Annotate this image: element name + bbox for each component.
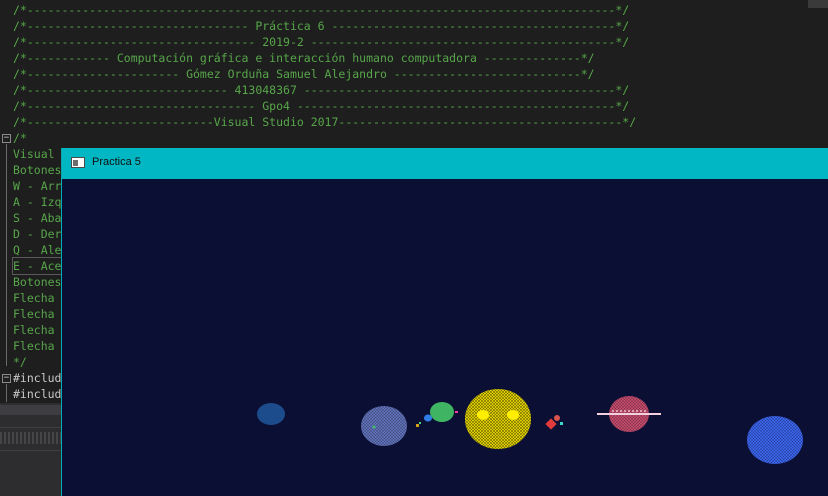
panel-tab-strip[interactable] <box>0 432 62 444</box>
green-planet <box>430 402 458 422</box>
comment-line: Flecha <box>13 339 55 353</box>
comment-line: /*---------------------------Visual Stud… <box>13 115 637 129</box>
comment-line: /*-------------------------------- Práct… <box>13 19 630 33</box>
comment-line: A - Izq <box>13 195 62 209</box>
fold-toggle-icon[interactable] <box>2 374 11 383</box>
comment-line: Botones <box>13 275 62 289</box>
comment-line: /*----------------------------- 41304836… <box>13 83 630 97</box>
comment-line: Botones <box>13 163 62 177</box>
panel-divider <box>0 427 62 428</box>
comment-line: Flecha <box>13 323 55 337</box>
comment-line: /*---------------------- Gómez Orduña Sa… <box>13 67 595 81</box>
comment-line: Flecha <box>13 291 55 305</box>
opengl-window[interactable]: Practica 5 <box>61 148 828 496</box>
fold-guide-line <box>6 144 7 366</box>
comment-line: /*--------------------------------- Gpo4… <box>13 99 630 113</box>
comment-line: D - Der <box>13 227 62 241</box>
fold-toggle-icon[interactable] <box>2 134 11 143</box>
horizontal-scrollbar[interactable] <box>0 405 62 415</box>
window-titlebar[interactable]: Practica 5 <box>61 148 828 179</box>
include-line: #includ <box>13 371 62 385</box>
blue-planet <box>747 416 803 464</box>
ringed-planet <box>597 396 661 432</box>
comment-line: W - Arr <box>13 179 62 193</box>
current-line[interactable]: E - Ace <box>12 257 62 275</box>
comment-line: /*------------ Computación gráfica e int… <box>13 51 595 65</box>
comment-line: Visual <box>13 147 55 161</box>
sun <box>465 389 531 449</box>
comment-line: /* <box>13 131 27 145</box>
comment-line: S - Aba <box>13 211 62 225</box>
panel-divider <box>0 450 62 451</box>
editor-scroll-indicator <box>808 0 828 8</box>
comment-line: Flecha <box>13 307 55 321</box>
comment-line: /*--------------------------------------… <box>13 3 630 17</box>
small-blue-moon <box>416 414 432 427</box>
slate-blue-planet <box>361 406 407 446</box>
comment-line: Q - Ale <box>13 243 62 257</box>
comment-line: /*--------------------------------- 2019… <box>13 35 630 49</box>
comment-line: */ <box>13 355 27 369</box>
solar-system-scene <box>257 389 803 464</box>
include-line: #includ <box>13 387 62 401</box>
app-window-icon <box>71 157 85 168</box>
red-moon <box>545 415 563 430</box>
render-viewport[interactable] <box>61 179 828 496</box>
fold-guide-line <box>6 384 7 402</box>
dark-blue-planet <box>257 403 285 425</box>
window-title: Practica 5 <box>92 156 141 168</box>
